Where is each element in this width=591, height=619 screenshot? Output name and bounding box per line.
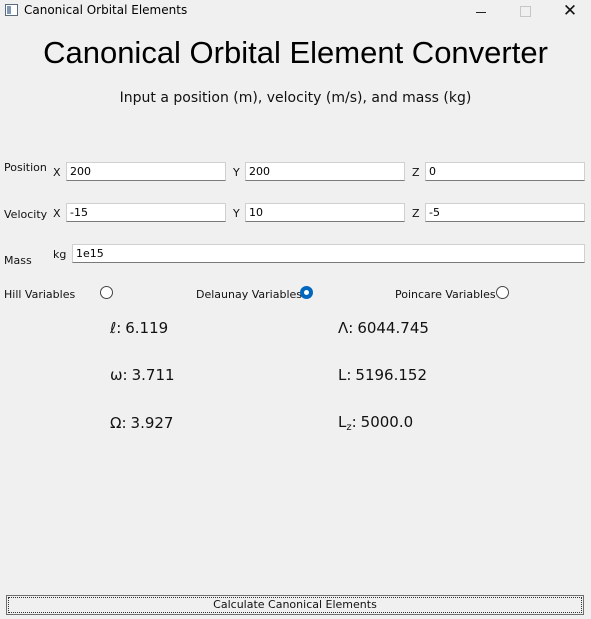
result-angular-momentum-value: 5196.152 bbox=[355, 366, 427, 384]
position-y-label: Y bbox=[233, 166, 240, 179]
result-ascending-node-name: Ω: bbox=[110, 414, 127, 432]
velocity-label: Velocity bbox=[4, 208, 48, 221]
velocity-y-input[interactable]: 10 bbox=[245, 203, 405, 222]
hill-variables-radio[interactable] bbox=[100, 286, 113, 299]
delaunay-variables-radio[interactable] bbox=[300, 286, 313, 299]
mass-unit-label: kg bbox=[53, 248, 67, 261]
result-angular-momentum: L: 5196.152 bbox=[338, 366, 427, 384]
result-lambda-value: 6044.745 bbox=[357, 319, 429, 337]
title-bar: Canonical Orbital Elements ✕ bbox=[0, 0, 591, 22]
mass-label: Mass bbox=[4, 254, 32, 267]
result-mean-anomaly: ℓ: 6.119 bbox=[110, 319, 168, 337]
result-arg-periapsis: ω: 3.711 bbox=[110, 366, 175, 384]
position-x-input[interactable]: 200 bbox=[66, 162, 226, 181]
poincare-variables-label[interactable]: Poincare Variables bbox=[395, 288, 496, 301]
position-y-input[interactable]: 200 bbox=[245, 162, 405, 181]
result-lambda: Λ: 6044.745 bbox=[338, 319, 429, 337]
minimize-button[interactable] bbox=[459, 0, 503, 22]
window-title: Canonical Orbital Elements bbox=[24, 3, 188, 17]
page-subtitle: Input a position (m), velocity (m/s), an… bbox=[119, 90, 472, 106]
position-label: Position bbox=[4, 161, 47, 174]
velocity-x-label: X bbox=[53, 207, 61, 220]
page-title: Canonical Orbital Element Converter bbox=[43, 35, 548, 70]
poincare-variables-radio[interactable] bbox=[496, 286, 509, 299]
close-icon: ✕ bbox=[562, 1, 578, 21]
velocity-z-input[interactable]: -5 bbox=[425, 203, 585, 222]
result-angular-momentum-z-value: 5000.0 bbox=[360, 413, 414, 431]
maximize-button[interactable] bbox=[503, 0, 547, 22]
position-x-label: X bbox=[53, 166, 61, 179]
result-mean-anomaly-name: ℓ: bbox=[110, 319, 122, 337]
position-z-label: Z bbox=[412, 166, 420, 179]
result-arg-periapsis-name: ω: bbox=[110, 366, 128, 384]
result-ascending-node-value: 3.927 bbox=[130, 414, 174, 432]
calculate-button[interactable]: Calculate Canonical Elements bbox=[6, 595, 584, 615]
close-button[interactable]: ✕ bbox=[548, 0, 591, 22]
hill-variables-label[interactable]: Hill Variables bbox=[4, 288, 75, 301]
result-angular-momentum-name: L: bbox=[338, 366, 352, 384]
minimize-icon bbox=[476, 11, 486, 13]
result-angular-momentum-z-name: Lz: bbox=[338, 413, 357, 433]
result-mean-anomaly-value: 6.119 bbox=[125, 319, 169, 337]
velocity-y-label: Y bbox=[233, 207, 240, 220]
mass-input[interactable]: 1e15 bbox=[72, 244, 585, 263]
position-z-input[interactable]: 0 bbox=[425, 162, 585, 181]
result-arg-periapsis-value: 3.711 bbox=[131, 366, 175, 384]
velocity-z-label: Z bbox=[412, 207, 420, 220]
result-angular-momentum-z: Lz: 5000.0 bbox=[338, 413, 413, 433]
maximize-icon bbox=[519, 5, 531, 17]
result-lambda-name: Λ: bbox=[338, 319, 354, 337]
delaunay-variables-label[interactable]: Delaunay Variables bbox=[196, 288, 302, 301]
velocity-x-input[interactable]: -15 bbox=[66, 203, 226, 222]
result-ascending-node: Ω: 3.927 bbox=[110, 414, 173, 432]
app-window-icon bbox=[5, 4, 18, 16]
